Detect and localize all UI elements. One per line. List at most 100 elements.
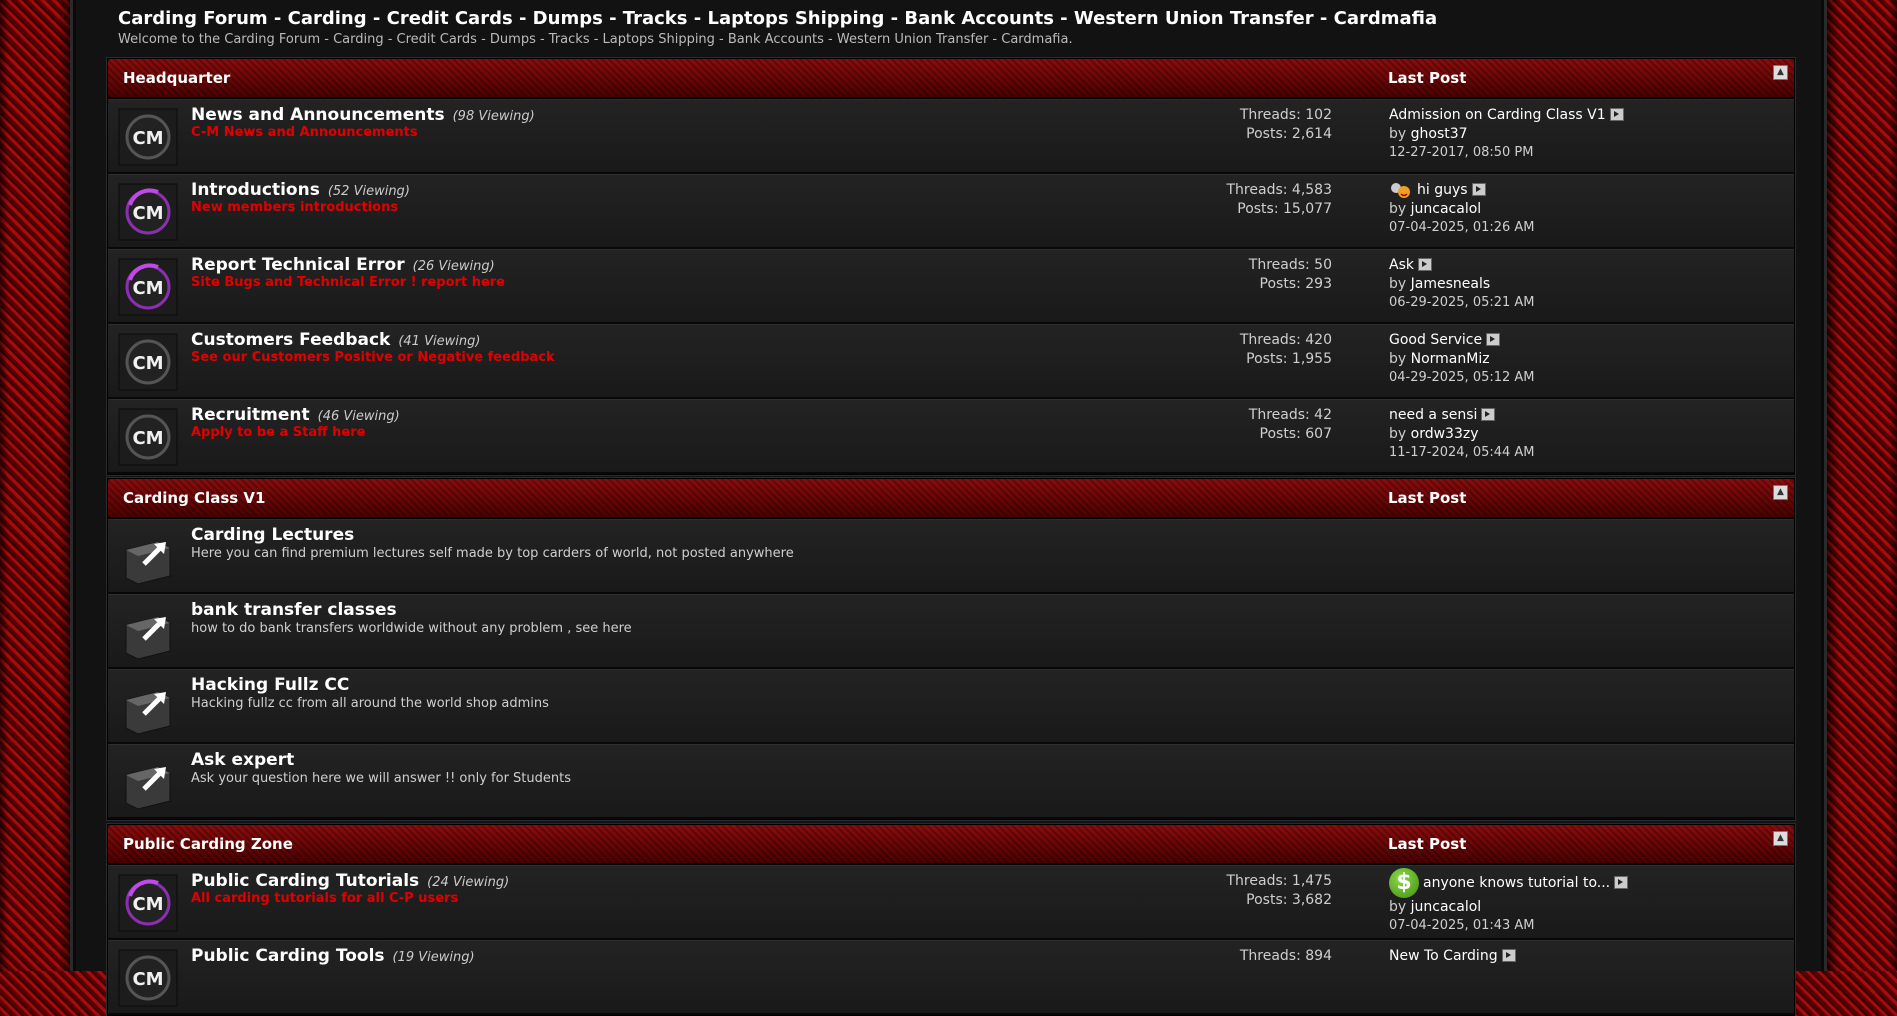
go-to-last-post-icon[interactable] bbox=[1471, 182, 1486, 196]
last-post-user[interactable]: Jamesneals bbox=[1411, 276, 1491, 292]
post-count: Posts: 3,682 bbox=[1246, 892, 1332, 908]
viewing-count: (98 Viewing) bbox=[452, 109, 535, 124]
forum-title[interactable]: Public Carding Tools (19 Viewing) bbox=[191, 946, 475, 966]
forum-title[interactable]: bank transfer classes bbox=[191, 600, 397, 620]
last-post-title[interactable]: New To Carding bbox=[1389, 948, 1498, 964]
dollar-avatar-icon: $ bbox=[1389, 868, 1419, 898]
category-public-carding-zone: Public Carding Zone Last Post ▲ CM Publi… bbox=[107, 824, 1795, 1016]
last-post-user[interactable]: ordw33zy bbox=[1411, 426, 1479, 442]
last-post-date: 07-04-2025, 01:26 AM bbox=[1389, 220, 1535, 235]
forum-title-text[interactable]: Introductions bbox=[191, 180, 320, 200]
category-headquarter: Headquarter Last Post ▲ CM News and Anno… bbox=[107, 58, 1795, 475]
cm-logo-new-icon: CM bbox=[118, 874, 178, 932]
forum-description: Ask your question here we will answer !!… bbox=[191, 771, 572, 786]
post-count: Posts: 293 bbox=[1259, 276, 1332, 292]
category-carding-class-v1: Carding Class V1 Last Post ▲ Carding Lec… bbox=[107, 478, 1795, 820]
go-to-last-post-icon[interactable] bbox=[1614, 875, 1629, 889]
last-post-user[interactable]: juncacalol bbox=[1411, 201, 1482, 217]
forum-title[interactable]: Carding Lectures bbox=[191, 525, 354, 545]
forum-title[interactable]: Introductions (52 Viewing) bbox=[191, 180, 410, 200]
collapse-icon[interactable]: ▲ bbox=[1773, 485, 1788, 500]
svg-text:CM: CM bbox=[132, 128, 163, 149]
last-post-header: Last Post bbox=[1388, 489, 1467, 507]
viewing-count: (41 Viewing) bbox=[398, 334, 481, 349]
forum-title-text[interactable]: Report Technical Error bbox=[191, 255, 405, 275]
thread-count: Threads: 50 bbox=[1248, 257, 1332, 273]
forum-description: See our Customers Positive or Negative f… bbox=[191, 350, 555, 365]
last-post-title[interactable]: Ask bbox=[1389, 257, 1414, 273]
viewing-count: (26 Viewing) bbox=[412, 259, 495, 274]
forum-stats: Threads: 50 Posts: 293 bbox=[1249, 256, 1332, 294]
last-post-user[interactable]: juncacalol bbox=[1411, 899, 1482, 915]
last-post-date: 12-27-2017, 08:50 PM bbox=[1389, 145, 1534, 160]
forum-description: Here you can find premium lectures self … bbox=[191, 546, 794, 561]
forum-description: All carding tutorials for all C-P users bbox=[191, 891, 459, 906]
post-count: Posts: 2,614 bbox=[1246, 126, 1332, 142]
post-count: Posts: 15,077 bbox=[1237, 201, 1332, 217]
last-post-date: 06-29-2025, 05:21 AM bbox=[1389, 295, 1535, 310]
last-post-title[interactable]: Good Service bbox=[1389, 332, 1482, 348]
forum-description: C-M News and Announcements bbox=[191, 125, 418, 140]
forum-stats: Threads: 1,475 Posts: 3,682 bbox=[1227, 872, 1333, 910]
emoticon-icon bbox=[1391, 183, 1410, 198]
category-header: Carding Class V1 Last Post ▲ bbox=[108, 479, 1794, 519]
last-post-title[interactable]: anyone knows tutorial to... bbox=[1423, 875, 1610, 891]
forum-row-bank-transfer-classes: bank transfer classes how to do bank tra… bbox=[108, 594, 1794, 669]
last-post-title[interactable]: need a sensi bbox=[1389, 407, 1477, 423]
category-header: Public Carding Zone Last Post ▲ bbox=[108, 825, 1794, 865]
collapse-icon[interactable]: ▲ bbox=[1773, 65, 1788, 80]
last-post-user[interactable]: ghost37 bbox=[1411, 126, 1468, 142]
thread-count: Threads: 4,583 bbox=[1226, 182, 1333, 198]
forum-title[interactable]: News and Announcements (98 Viewing) bbox=[191, 105, 535, 125]
go-to-last-post-icon[interactable] bbox=[1609, 107, 1624, 121]
go-to-last-post-icon[interactable] bbox=[1417, 257, 1432, 271]
cm-logo-new-icon: CM bbox=[118, 258, 178, 316]
category-title[interactable]: Carding Class V1 bbox=[123, 489, 265, 507]
forum-title-text[interactable]: Recruitment bbox=[191, 405, 310, 425]
forum-row-public-carding-tutorials: CM Public Carding Tutorials (24 Viewing) … bbox=[108, 865, 1794, 940]
forum-title[interactable]: Hacking Fullz CC bbox=[191, 675, 349, 695]
category-title[interactable]: Headquarter bbox=[123, 69, 230, 87]
last-post-by: by bbox=[1389, 276, 1407, 292]
svg-text:CM: CM bbox=[132, 278, 163, 299]
forum-description: how to do bank transfers worldwide witho… bbox=[191, 621, 632, 636]
last-post-user[interactable]: NormanMiz bbox=[1411, 351, 1490, 367]
forum-title-text[interactable]: Customers Feedback bbox=[191, 330, 390, 350]
last-post: Good Service by NormanMiz 04-29-2025, 05… bbox=[1389, 331, 1535, 386]
forum-row-recruitment: CM Recruitment (46 Viewing) Apply to be a… bbox=[108, 399, 1794, 474]
go-to-last-post-icon[interactable] bbox=[1501, 948, 1516, 962]
forum-title-text[interactable]: Public Carding Tools bbox=[191, 946, 385, 966]
forum-title[interactable]: Customers Feedback (41 Viewing) bbox=[191, 330, 480, 350]
last-post: $ anyone knows tutorial to... by juncacal… bbox=[1389, 868, 1629, 934]
forum-title[interactable]: Ask expert bbox=[191, 750, 294, 770]
last-post-date: 04-29-2025, 05:12 AM bbox=[1389, 370, 1535, 385]
forum-title-text[interactable]: News and Announcements bbox=[191, 105, 445, 125]
last-post: New To Carding bbox=[1389, 947, 1516, 966]
svg-text:CM: CM bbox=[132, 894, 163, 915]
thread-count: Threads: 420 bbox=[1239, 332, 1332, 348]
cm-logo-icon: CM bbox=[118, 949, 178, 1007]
viewing-count: (24 Viewing) bbox=[427, 875, 510, 890]
forum-title[interactable]: Public Carding Tutorials (24 Viewing) bbox=[191, 871, 509, 891]
go-to-last-post-icon[interactable] bbox=[1486, 332, 1501, 346]
post-count: Posts: 607 bbox=[1259, 426, 1332, 442]
forum-title[interactable]: Recruitment (46 Viewing) bbox=[191, 405, 400, 425]
site-title[interactable]: Carding Forum - Carding - Credit Cards -… bbox=[118, 8, 1437, 29]
viewing-count: (52 Viewing) bbox=[327, 184, 410, 199]
go-to-last-post-icon[interactable] bbox=[1481, 407, 1496, 421]
last-post: hi guys by juncacalol 07-04-2025, 01:26 … bbox=[1389, 181, 1535, 236]
forum-title-text[interactable]: Public Carding Tutorials bbox=[191, 871, 419, 891]
forum-row-introductions: CM Introductions (52 Viewing) New members… bbox=[108, 174, 1794, 249]
thread-count: Threads: 102 bbox=[1239, 107, 1332, 123]
svg-text:CM: CM bbox=[132, 969, 163, 990]
thread-count: Threads: 1,475 bbox=[1226, 873, 1333, 889]
cm-logo-new-icon: CM bbox=[118, 183, 178, 241]
collapse-icon[interactable]: ▲ bbox=[1773, 831, 1788, 846]
svg-text:CM: CM bbox=[132, 428, 163, 449]
left-border-decoration bbox=[0, 0, 70, 971]
category-title[interactable]: Public Carding Zone bbox=[123, 835, 293, 853]
forum-title[interactable]: Report Technical Error (26 Viewing) bbox=[191, 255, 495, 275]
last-post-title[interactable]: hi guys bbox=[1417, 182, 1468, 198]
last-post-title[interactable]: Admission on Carding Class V1 bbox=[1389, 107, 1606, 123]
forum-row-public-carding-tools: CM Public Carding Tools (19 Viewing) Thre… bbox=[108, 940, 1794, 1015]
